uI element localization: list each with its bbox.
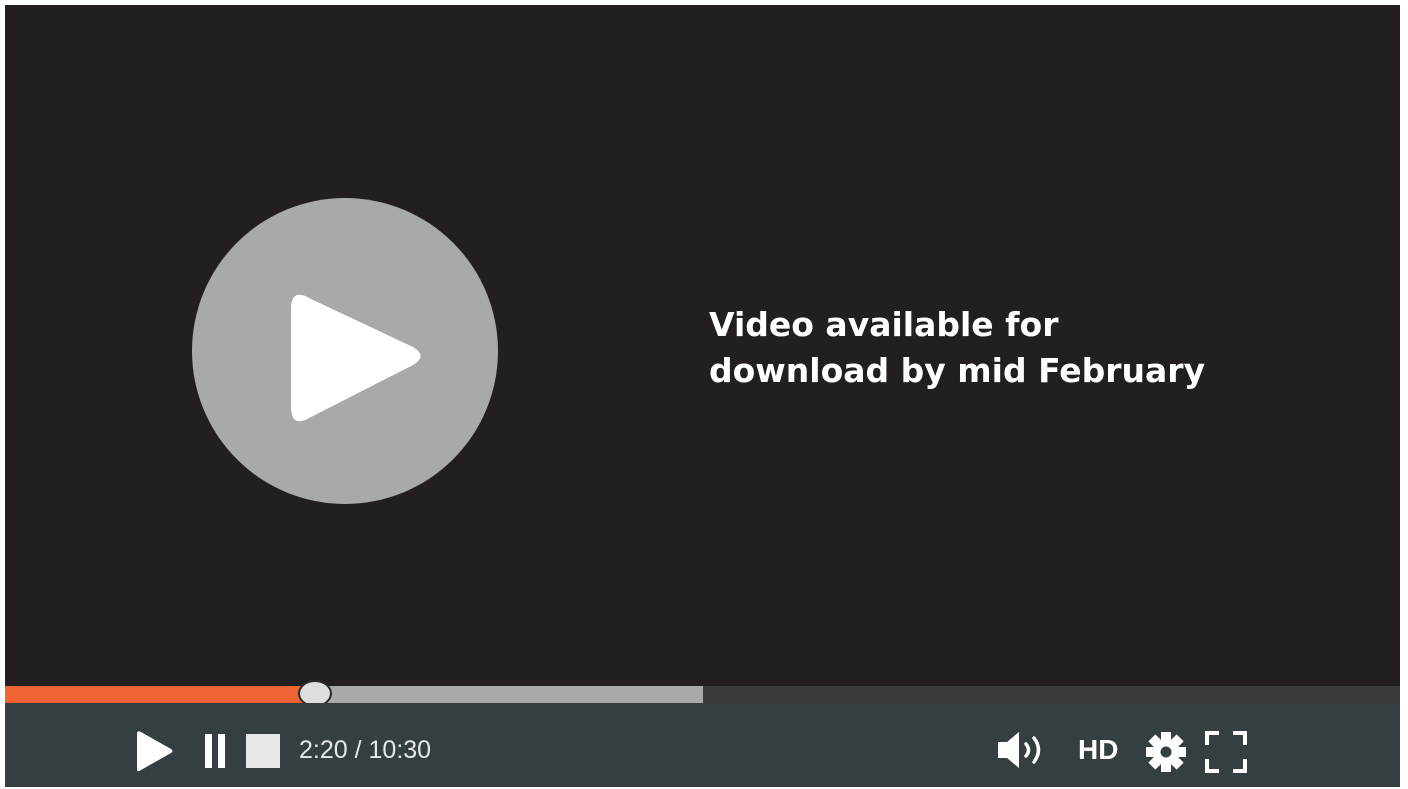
message-line-1: Video available for bbox=[709, 305, 1059, 344]
big-play-button[interactable] bbox=[192, 198, 498, 504]
settings-button[interactable] bbox=[1145, 731, 1187, 773]
progress-bar[interactable] bbox=[5, 680, 1400, 707]
message-line-2: download by mid February bbox=[709, 351, 1206, 390]
fullscreen-icon bbox=[1205, 731, 1247, 773]
current-time: 2:20 bbox=[299, 736, 348, 764]
quality-button[interactable]: HD bbox=[1078, 734, 1118, 766]
play-icon bbox=[291, 294, 421, 422]
video-player: Video available for download by mid Febr… bbox=[5, 5, 1400, 787]
settings-gear-icon bbox=[1146, 732, 1186, 772]
time-separator: / bbox=[347, 736, 369, 764]
volume-icon bbox=[998, 732, 1041, 768]
fullscreen-button[interactable] bbox=[1203, 729, 1249, 775]
availability-message: Video available for download by mid Febr… bbox=[709, 302, 1269, 394]
stop-button[interactable] bbox=[245, 733, 281, 769]
time-display: 2:20 / 10:30 bbox=[299, 736, 431, 764]
played-bar bbox=[5, 686, 315, 703]
control-bar: 2:20 / 10:30 HD bbox=[5, 703, 1400, 787]
duration: 10:30 bbox=[368, 736, 432, 764]
pause-button[interactable] bbox=[203, 733, 229, 769]
volume-button[interactable] bbox=[995, 730, 1057, 770]
stop-icon bbox=[246, 734, 280, 768]
play-icon bbox=[137, 731, 173, 772]
play-button[interactable] bbox=[133, 728, 177, 772]
pause-icon bbox=[205, 734, 225, 768]
